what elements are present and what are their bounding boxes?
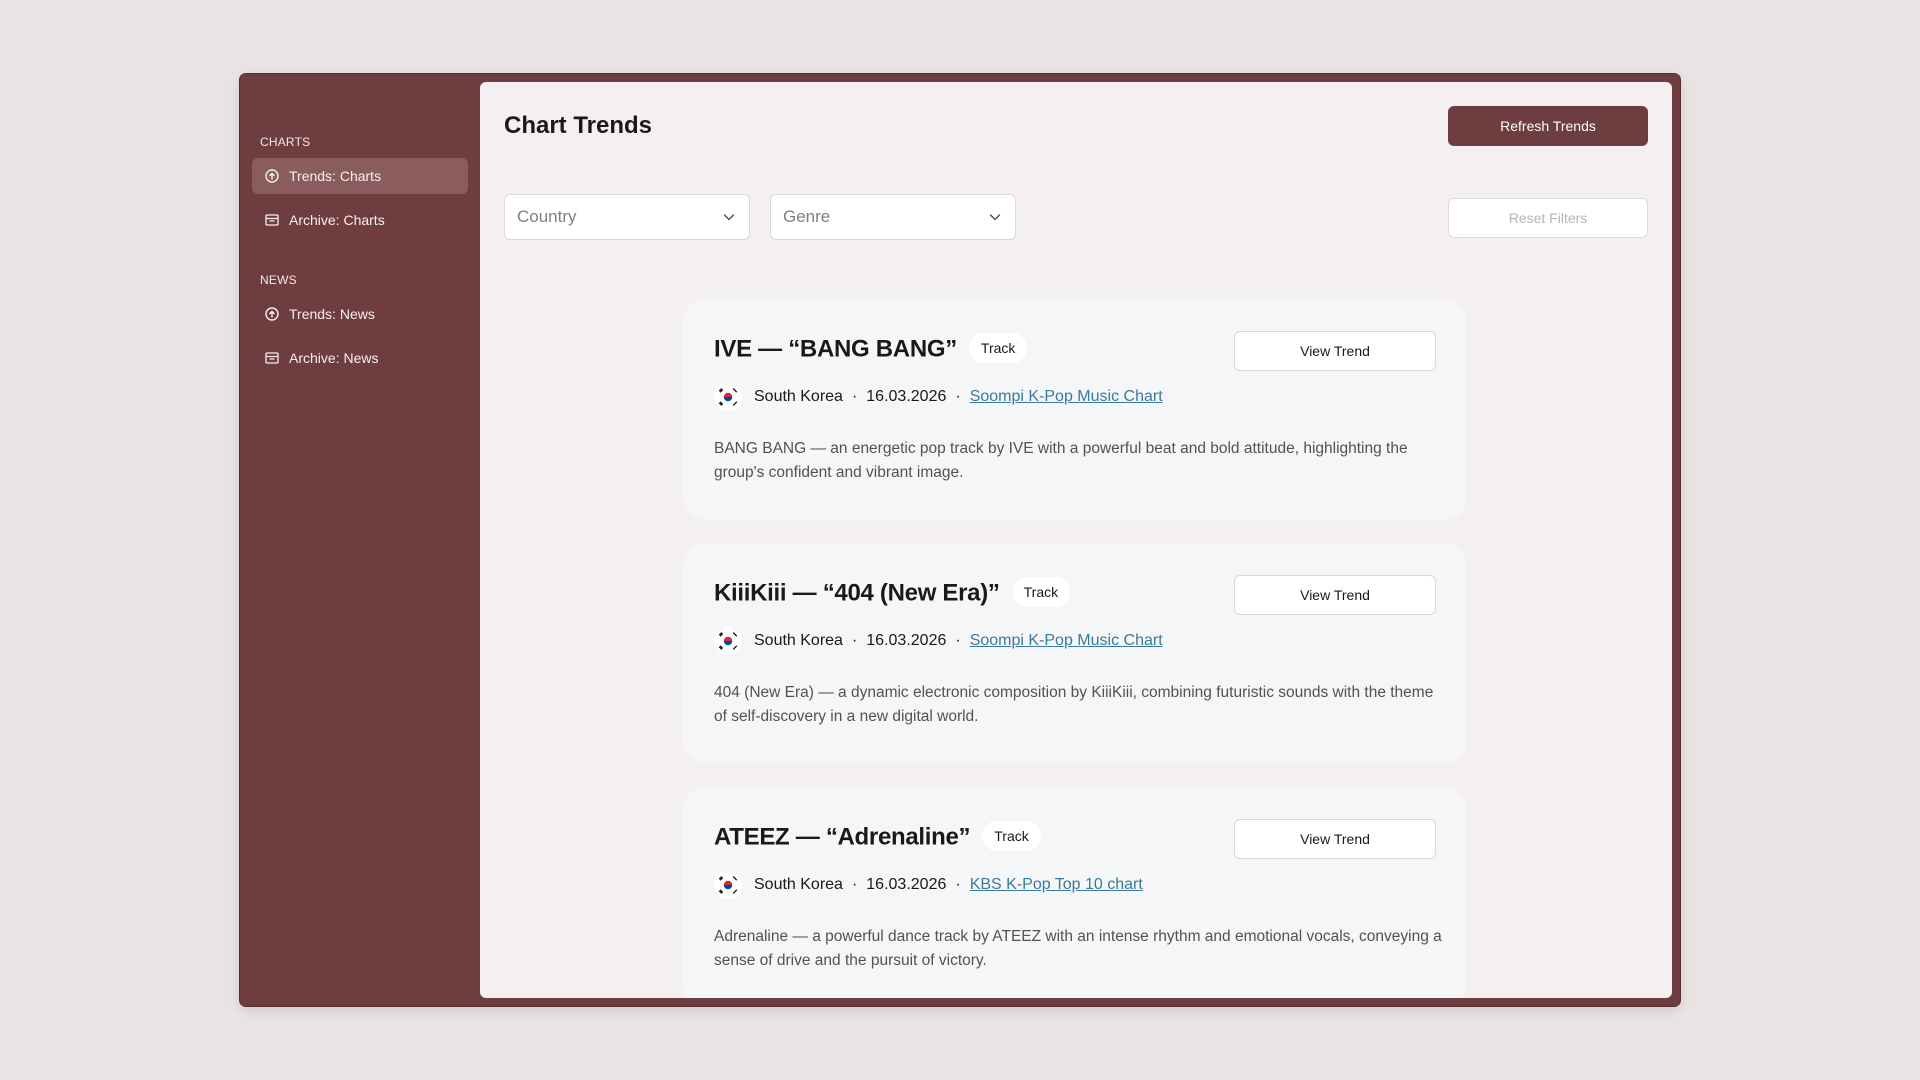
trend-meta: South Korea · 16.03.2026 · Soompi K-Pop … bbox=[714, 627, 1163, 655]
trend-card: KiiiKiii — “404 (New Era)” Track View Tre… bbox=[683, 543, 1467, 763]
separator-dot: · bbox=[955, 632, 961, 649]
sidebar-section-title-news: NEWS bbox=[260, 273, 297, 287]
sidebar-section-title-charts: CHARTS bbox=[260, 135, 311, 149]
trend-source-link[interactable]: KBS K-Pop Top 10 chart bbox=[970, 876, 1143, 894]
trend-title-text: IVE — “BANG BANG” bbox=[714, 335, 957, 363]
sidebar-item-label: Archive: News bbox=[289, 350, 379, 366]
trend-description: BANG BANG — an energetic pop track by IV… bbox=[714, 440, 1408, 481]
archive-box-icon bbox=[264, 350, 280, 366]
sidebar-item-label: Archive: Charts bbox=[289, 212, 385, 228]
trend-title-text: ATEEZ — “Adrenaline” bbox=[714, 823, 971, 851]
archive-box-icon bbox=[264, 212, 280, 228]
trend-list: IVE — “BANG BANG” Track View Trend South … bbox=[480, 82, 1672, 998]
trend-card-title: KiiiKiii — “404 (New Era)” Track bbox=[714, 577, 1071, 609]
sidebar-item-trends-news[interactable]: Trends: News bbox=[252, 296, 468, 332]
trend-source-link[interactable]: Soompi K-Pop Music Chart bbox=[970, 632, 1163, 650]
south-korea-flag-icon bbox=[714, 871, 742, 899]
separator-dot: · bbox=[851, 876, 858, 893]
type-badge: Track bbox=[1011, 577, 1071, 607]
trend-meta: South Korea · 16.03.2026 · KBS K-Pop Top… bbox=[714, 871, 1143, 899]
trend-circle-icon bbox=[264, 168, 280, 184]
separator-dot: · bbox=[851, 632, 858, 649]
separator-dot: · bbox=[851, 388, 858, 405]
trend-card-title: ATEEZ — “Adrenaline” Track bbox=[714, 821, 1041, 853]
app-window: CHARTS Trends: Charts Archive: Charts NE… bbox=[240, 74, 1680, 1006]
trend-title-text: KiiiKiii — “404 (New Era)” bbox=[714, 579, 1000, 607]
trend-card-title: IVE — “BANG BANG” Track bbox=[714, 333, 1028, 365]
trend-source-link[interactable]: Soompi K-Pop Music Chart bbox=[970, 388, 1163, 406]
separator-dot: · bbox=[955, 876, 961, 893]
view-trend-button[interactable]: View Trend bbox=[1234, 331, 1436, 371]
trend-date: 16.03.2026 bbox=[866, 388, 947, 405]
trend-date: 16.03.2026 bbox=[866, 632, 947, 649]
separator-dot: · bbox=[955, 388, 961, 405]
trend-date: 16.03.2026 bbox=[866, 876, 947, 893]
trend-card: ATEEZ — “Adrenaline” Track View Trend Sou… bbox=[683, 787, 1467, 998]
sidebar: CHARTS Trends: Charts Archive: Charts NE… bbox=[240, 74, 480, 1006]
trend-country: South Korea bbox=[754, 876, 843, 893]
type-badge: Track bbox=[968, 333, 1028, 363]
south-korea-flag-icon bbox=[714, 383, 742, 411]
type-badge: Track bbox=[982, 821, 1041, 851]
trend-circle-icon bbox=[264, 306, 280, 322]
south-korea-flag-icon bbox=[714, 627, 742, 655]
trend-country: South Korea bbox=[754, 632, 843, 649]
trend-country: South Korea bbox=[754, 388, 843, 405]
trend-card: IVE — “BANG BANG” Track View Trend South … bbox=[683, 299, 1467, 519]
view-trend-button[interactable]: View Trend bbox=[1234, 819, 1436, 859]
sidebar-item-label: Trends: Charts bbox=[289, 168, 382, 184]
sidebar-item-archive-news[interactable]: Archive: News bbox=[252, 340, 468, 376]
trend-meta: South Korea · 16.03.2026 · Soompi K-Pop … bbox=[714, 383, 1163, 411]
sidebar-item-label: Trends: News bbox=[289, 306, 375, 322]
trend-description: 404 (New Era) — a dynamic electronic com… bbox=[714, 684, 1434, 725]
view-trend-button[interactable]: View Trend bbox=[1234, 575, 1436, 615]
main-content: Chart Trends Refresh Trends Country Genr… bbox=[480, 82, 1672, 998]
sidebar-item-archive-charts[interactable]: Archive: Charts bbox=[252, 202, 468, 238]
trend-description: Adrenaline — a powerful dance track by A… bbox=[714, 928, 1442, 969]
sidebar-item-trends-charts[interactable]: Trends: Charts bbox=[252, 158, 468, 194]
